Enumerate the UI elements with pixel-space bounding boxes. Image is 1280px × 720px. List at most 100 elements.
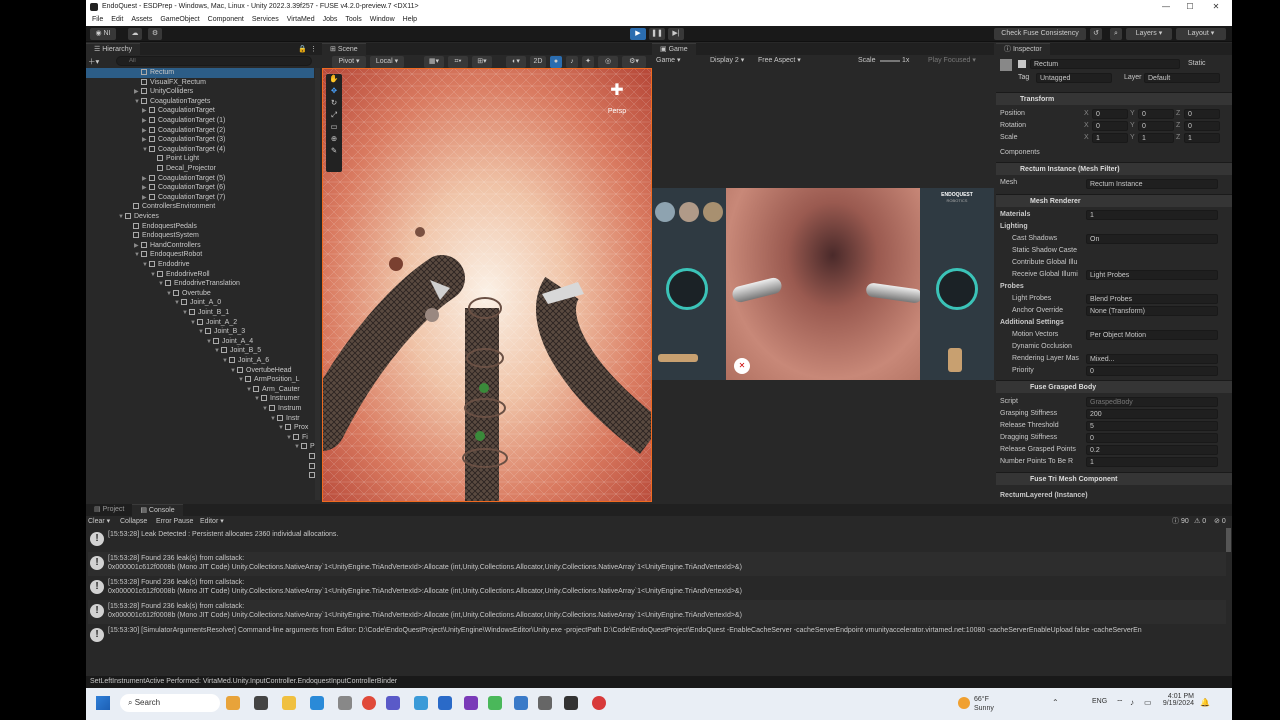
- volume-icon[interactable]: ♪: [1130, 698, 1134, 707]
- hierarchy-item[interactable]: ▼ Instrum: [86, 404, 314, 414]
- hierarchy-item[interactable]: ▼ Fi: [86, 433, 314, 443]
- fuse-drag-field[interactable]: 0: [1086, 433, 1218, 443]
- close-icon[interactable]: ✕: [1206, 0, 1226, 13]
- hierarchy-item[interactable]: ▶ CoagulationTarget (2): [86, 126, 314, 136]
- hierarchy-item[interactable]: [86, 452, 315, 462]
- edge-icon[interactable]: [310, 696, 324, 710]
- pivot-dropdown[interactable]: Pivot ▾: [332, 56, 366, 68]
- renderer-light_probes_value[interactable]: Blend Probes: [1086, 294, 1218, 304]
- warning-count[interactable]: ⚠ 0: [1194, 516, 1206, 527]
- custom-tool-icon[interactable]: ✎: [326, 146, 342, 158]
- file-explorer-icon[interactable]: [282, 696, 296, 710]
- scale-tool-icon[interactable]: ⤢: [326, 110, 342, 122]
- menu-item-services[interactable]: Services: [248, 16, 283, 23]
- transform-tool-icon[interactable]: ⊕: [326, 134, 342, 146]
- console-log-entry[interactable]: ! [15:53:28] Found 236 leak(s) from calls…: [88, 552, 1226, 576]
- weather-widget[interactable]: 66°F Sunny: [958, 694, 1018, 714]
- panel-menu-icon[interactable]: ⋮: [310, 45, 317, 53]
- history-icon[interactable]: ↺: [1090, 28, 1102, 40]
- layout-dropdown[interactable]: Layout ▾: [1176, 28, 1226, 40]
- hierarchy-item[interactable]: ▶ CoagulationTarget (7): [86, 193, 314, 203]
- hierarchy-item[interactable]: Rectum: [86, 68, 314, 78]
- hierarchy-item[interactable]: ▶ CoagulationTarget (5): [86, 174, 314, 184]
- mesh-field[interactable]: Rectum Instance: [1086, 179, 1218, 189]
- console-log-entry[interactable]: ! [15:53:30] [SimulatorArgumentsResolver]…: [88, 624, 1226, 648]
- error-count[interactable]: ⊘ 0: [1214, 516, 1226, 527]
- game-render[interactable]: ✕ ENDOQUEST ROBOTICS: [652, 188, 994, 380]
- grid-visibility-button[interactable]: ⊞▾: [472, 56, 492, 68]
- hierarchy-item[interactable]: ControllersEnvironment: [86, 202, 314, 212]
- move-tool-icon[interactable]: ✥: [326, 86, 342, 98]
- renderer-motion_value[interactable]: Per Object Motion: [1086, 330, 1218, 340]
- hierarchy-item[interactable]: ▼ EndodriveRoll: [86, 270, 314, 280]
- layers-dropdown[interactable]: Layers ▾: [1126, 28, 1172, 40]
- transform-header[interactable]: Transform: [996, 92, 1232, 105]
- notification-icon[interactable]: 🔔: [1200, 698, 1210, 707]
- hierarchy-item[interactable]: Decal_Projector: [86, 164, 314, 174]
- console-log-entry[interactable]: ! [15:53:28] Found 236 leak(s) from calls…: [88, 576, 1226, 600]
- hierarchy-item[interactable]: ▶ UnityColliders: [86, 87, 314, 97]
- draw-mode-button[interactable]: ◐▾: [506, 56, 526, 68]
- tag-dropdown[interactable]: Untagged: [1036, 73, 1112, 83]
- menu-item-edit[interactable]: Edit: [107, 16, 127, 23]
- hierarchy-item[interactable]: ▼ P: [86, 442, 315, 452]
- console-log-entry[interactable]: ! [15:53:28] Leak Detected : Persistent a…: [88, 528, 1226, 552]
- hierarchy-item[interactable]: ▼ Joint_B_5: [86, 346, 314, 356]
- clock[interactable]: 4:01 PM 9/19/2024: [1158, 693, 1194, 707]
- layer-dropdown[interactable]: Default: [1144, 73, 1220, 83]
- hierarchy-item[interactable]: ▼ CoagulationTargets: [86, 97, 314, 107]
- hierarchy-item[interactable]: ▶ HandControllers: [86, 241, 314, 251]
- mesh-filter-header[interactable]: Rectum Instance (Mesh Filter): [996, 162, 1232, 175]
- app-icon[interactable]: [488, 696, 502, 710]
- account-button[interactable]: ◉ NI: [90, 28, 116, 40]
- menu-item-component[interactable]: Component: [204, 16, 248, 23]
- language-indicator[interactable]: ENG: [1092, 698, 1107, 705]
- hidden-objects-button[interactable]: ◎: [598, 56, 618, 68]
- chrome-icon[interactable]: [362, 696, 376, 710]
- hierarchy-item[interactable]: ▼ Arm_Cauter: [86, 385, 314, 395]
- audio-toggle-icon[interactable]: ♪: [566, 56, 578, 68]
- app-icon[interactable]: [438, 696, 452, 710]
- display-dropdown[interactable]: Display 2 ▾: [710, 55, 744, 67]
- hierarchy-item[interactable]: ▼ EndoquestRobot: [86, 250, 314, 260]
- rotation-x-field[interactable]: 0: [1092, 121, 1128, 131]
- clear-button[interactable]: Clear ▾: [88, 516, 110, 527]
- hierarchy-item[interactable]: VisualFX_Rectum: [86, 78, 314, 88]
- scale-z-field[interactable]: 1: [1184, 133, 1220, 143]
- rotate-tool-icon[interactable]: ↻: [326, 98, 342, 110]
- fx-toggle-icon[interactable]: ✦: [582, 56, 594, 68]
- fuse-script-field[interactable]: GraspedBody: [1086, 397, 1218, 407]
- hierarchy-search-input[interactable]: [116, 56, 312, 66]
- 2d-toggle[interactable]: 2D: [530, 56, 546, 68]
- console-log-entry[interactable]: ! [15:53:28] Found 236 leak(s) from calls…: [88, 600, 1226, 624]
- visual-studio-icon[interactable]: [464, 696, 478, 710]
- position-z-field[interactable]: 0: [1184, 109, 1220, 119]
- teams-icon[interactable]: [386, 696, 400, 710]
- console-scrollbar[interactable]: [1226, 528, 1231, 552]
- scene-view[interactable]: ✋ ✥ ↻ ⤢ ▭ ⊕ ✎ ✚ Persp: [322, 68, 652, 502]
- hand-tool-icon[interactable]: ✋: [326, 74, 342, 86]
- fuse-release-field[interactable]: 5: [1086, 421, 1218, 431]
- tab-hierarchy[interactable]: ☰ Hierarchy: [86, 43, 141, 55]
- app-icon[interactable]: [414, 696, 428, 710]
- battery-icon[interactable]: ▭: [1144, 698, 1152, 707]
- unity-taskbar-icon[interactable]: [564, 696, 578, 710]
- scale-y-field[interactable]: 1: [1138, 133, 1174, 143]
- renderer-cast_shadows_value[interactable]: On: [1086, 234, 1218, 244]
- hierarchy-item[interactable]: ▼ Joint_A_2: [86, 318, 314, 328]
- hierarchy-item[interactable]: ▼ Joint_B_3: [86, 327, 314, 337]
- collapse-button[interactable]: Collapse: [120, 516, 147, 527]
- app-icon[interactable]: [592, 696, 606, 710]
- orientation-gizmo[interactable]: ✚ Persp: [602, 80, 632, 128]
- grid-snap-button[interactable]: ▦▾: [424, 56, 444, 68]
- hierarchy-item[interactable]: ▼ Overtube: [86, 289, 314, 299]
- pause-button[interactable]: ❚❚: [649, 28, 665, 40]
- renderer-receive_gi_value[interactable]: Light Probes: [1086, 270, 1218, 280]
- renderer-materials_value[interactable]: 1: [1086, 210, 1218, 220]
- tab-project[interactable]: ▤ Project: [86, 504, 133, 516]
- hierarchy-item[interactable]: ▼ CoagulationTarget (4): [86, 145, 314, 155]
- widgets-icon[interactable]: [226, 696, 240, 710]
- aspect-dropdown[interactable]: Free Aspect ▾: [758, 55, 801, 67]
- snap-increment-button[interactable]: ⌗▾: [448, 56, 468, 68]
- menu-item-tools[interactable]: Tools: [341, 16, 365, 23]
